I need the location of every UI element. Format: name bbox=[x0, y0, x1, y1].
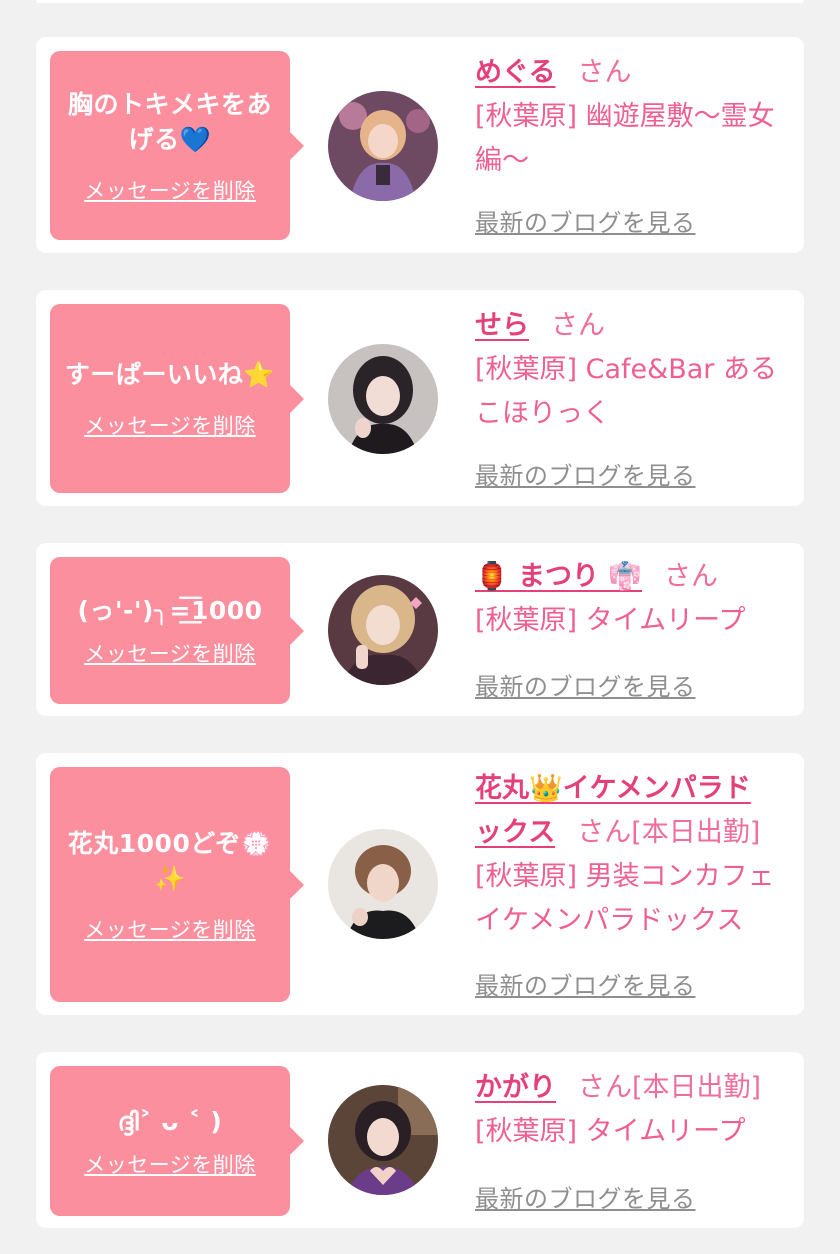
message-bubble: (っ'-')╮=͟͟͞͞1000 メッセージを削除 bbox=[50, 557, 304, 704]
delete-message-link[interactable]: メッセージを削除 bbox=[84, 638, 256, 668]
avatar[interactable] bbox=[328, 575, 438, 685]
honorific: さん bbox=[577, 57, 632, 88]
latest-blog-link[interactable]: 最新のブログを見る bbox=[475, 966, 696, 1001]
cast-name-link[interactable]: せら bbox=[475, 310, 529, 341]
cast-name-link[interactable]: 🏮 まつり 👘 bbox=[475, 561, 642, 592]
avatar[interactable] bbox=[328, 1085, 438, 1195]
message-card: ദ്ദി˃ ᴗ ˂ ) メッセージを削除 かがり さん[本日出勤] [秋葉原] タ… bbox=[36, 1052, 804, 1228]
cast-name-link[interactable]: 花丸👑イケメンパラド bbox=[475, 773, 751, 804]
shop-name: [秋葉原] Cafe&Bar ある こほりっく bbox=[475, 354, 777, 429]
latest-blog-link[interactable]: 最新のブログを見る bbox=[475, 456, 696, 491]
delete-message-link[interactable]: メッセージを削除 bbox=[84, 410, 256, 440]
delete-message-link[interactable]: メッセージを削除 bbox=[84, 1149, 256, 1179]
latest-blog-link[interactable]: 最新のブログを見る bbox=[475, 1179, 696, 1214]
message-text: 花丸1000どぞ💮 ✨ bbox=[67, 828, 273, 893]
message-bubble: ദ്ദി˃ ᴗ ˂ ) メッセージを削除 bbox=[50, 1066, 304, 1216]
previous-card-edge bbox=[36, 0, 804, 3]
delete-message-link[interactable]: メッセージを削除 bbox=[84, 914, 256, 944]
avatar[interactable] bbox=[328, 829, 438, 939]
message-card: (っ'-')╮=͟͟͞͞1000 メッセージを削除 🏮 まつり 👘 さん [秋葉原… bbox=[36, 543, 804, 716]
shop-name: [秋葉原] タイムリープ bbox=[475, 605, 746, 636]
message-bubble: すーぱーいいね⭐ メッセージを削除 bbox=[50, 304, 304, 493]
message-text: ദ്ദി˃ ᴗ ˂ ) bbox=[117, 1106, 223, 1136]
cast-name-link[interactable]: ックス bbox=[475, 817, 555, 848]
message-text: (っ'-')╮=͟͟͞͞1000 bbox=[77, 596, 263, 625]
avatar[interactable] bbox=[328, 91, 438, 201]
delete-message-link[interactable]: メッセージを削除 bbox=[84, 175, 256, 205]
attendance-status: [本日出勤] bbox=[632, 1072, 762, 1103]
shop-name: [秋葉原] タイムリープ bbox=[475, 1116, 746, 1147]
message-text: 胸のトキメキをあ げる💙 bbox=[67, 89, 272, 154]
message-bubble: 花丸1000どぞ💮 ✨ メッセージを削除 bbox=[50, 767, 304, 1002]
attendance-status: [本日出勤] bbox=[631, 817, 761, 848]
honorific: さん bbox=[577, 817, 632, 848]
honorific: さん bbox=[664, 561, 719, 592]
shop-name: [秋葉原] 男装コンカフェ イケメンパラドックス bbox=[475, 861, 775, 936]
message-card: 花丸1000どぞ💮 ✨ メッセージを削除 花丸👑イケメンパラド ックス さん[本日… bbox=[36, 753, 804, 1015]
message-card: 胸のトキメキをあ げる💙 メッセージを削除 めぐる さん [秋葉原] 幽遊屋敷〜霊… bbox=[36, 37, 804, 253]
honorific: さん bbox=[578, 1072, 632, 1103]
cast-name-link[interactable]: めぐる bbox=[475, 57, 555, 88]
message-bubble: 胸のトキメキをあ げる💙 メッセージを削除 bbox=[50, 51, 304, 240]
latest-blog-link[interactable]: 最新のブログを見る bbox=[475, 203, 696, 238]
avatar[interactable] bbox=[328, 344, 438, 454]
message-card: すーぱーいいね⭐ メッセージを削除 せら さん [秋葉原] Cafe&Bar ある… bbox=[36, 290, 804, 506]
shop-name: [秋葉原] 幽遊屋敷〜霊女 編〜 bbox=[475, 101, 775, 176]
message-text: すーぱーいいね⭐ bbox=[64, 360, 276, 389]
cast-name-link[interactable]: かがり bbox=[475, 1072, 556, 1103]
latest-blog-link[interactable]: 最新のブログを見る bbox=[475, 667, 696, 702]
honorific: さん bbox=[551, 310, 605, 341]
